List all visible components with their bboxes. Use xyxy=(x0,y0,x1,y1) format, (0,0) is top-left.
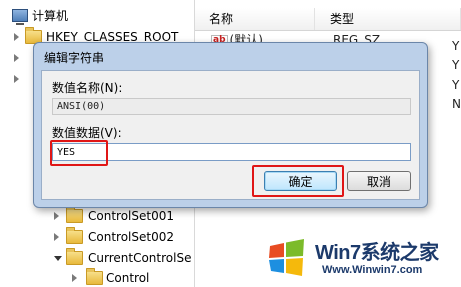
tree-item-label: ControlSet002 xyxy=(88,230,174,244)
right-edge-letter: N xyxy=(452,97,461,111)
value-name-label: 数值名称(N): xyxy=(52,81,123,95)
value-name-field: ANSI(00) xyxy=(52,98,411,115)
tree-item-control[interactable]: Control xyxy=(72,268,194,287)
right-edge-letter: Y xyxy=(452,58,460,72)
column-header-name[interactable]: 名称 xyxy=(203,8,315,30)
highlight-box-ok xyxy=(252,165,344,197)
folder-icon xyxy=(66,206,83,223)
highlight-box-data xyxy=(50,140,108,166)
column-header-type[interactable]: 类型 xyxy=(324,8,461,30)
watermark-title: Win7系统之家 xyxy=(315,242,439,264)
tree-item-partial[interactable] xyxy=(14,48,34,68)
watermark: Win7系统之家 Www.Winwin7.com xyxy=(262,232,461,287)
expand-arrow-icon[interactable] xyxy=(14,75,19,83)
expand-arrow-icon[interactable] xyxy=(14,54,19,62)
edit-string-dialog: 编辑字符串 数值名称(N): ANSI(00) 数值数据(V): 确定 取消 xyxy=(33,42,428,208)
cancel-button[interactable]: 取消 xyxy=(347,171,411,191)
windows-logo-icon xyxy=(269,239,304,276)
right-edge-letter: Y xyxy=(452,39,460,53)
folder-icon xyxy=(86,268,103,285)
dialog-body: 数值名称(N): ANSI(00) 数值数据(V): 确定 取消 xyxy=(41,70,420,200)
tree-item-controlset001[interactable]: ControlSet001 xyxy=(54,206,194,226)
folder-open-icon xyxy=(66,248,83,265)
tree-item-label: ControlSet001 xyxy=(88,209,174,223)
tree-item-controlset002[interactable]: ControlSet002 xyxy=(54,227,194,247)
expand-arrow-icon[interactable] xyxy=(54,212,59,220)
watermark-url: Www.Winwin7.com xyxy=(322,264,423,276)
folder-icon xyxy=(66,227,83,244)
right-edge-letter: Y xyxy=(452,78,460,92)
expand-arrow-icon[interactable] xyxy=(72,274,77,282)
tree-root-label: 计算机 xyxy=(32,9,69,23)
collapse-arrow-icon[interactable] xyxy=(54,256,62,261)
dialog-title: 编辑字符串 xyxy=(44,51,105,65)
tree-item-label: CurrentControlSe xyxy=(88,251,192,265)
expand-arrow-icon[interactable] xyxy=(14,33,19,41)
dialog-titlebar[interactable]: 编辑字符串 xyxy=(34,43,427,69)
expand-arrow-icon[interactable] xyxy=(54,233,59,241)
tree-item-currentcontrolset[interactable]: CurrentControlSe xyxy=(54,248,194,268)
tree-item-partial[interactable] xyxy=(14,69,34,89)
values-list-header: 名称 类型 xyxy=(195,8,461,31)
computer-icon xyxy=(12,9,28,25)
value-data-label: 数值数据(V): xyxy=(52,126,122,140)
tree-item-label: Control xyxy=(106,271,150,285)
